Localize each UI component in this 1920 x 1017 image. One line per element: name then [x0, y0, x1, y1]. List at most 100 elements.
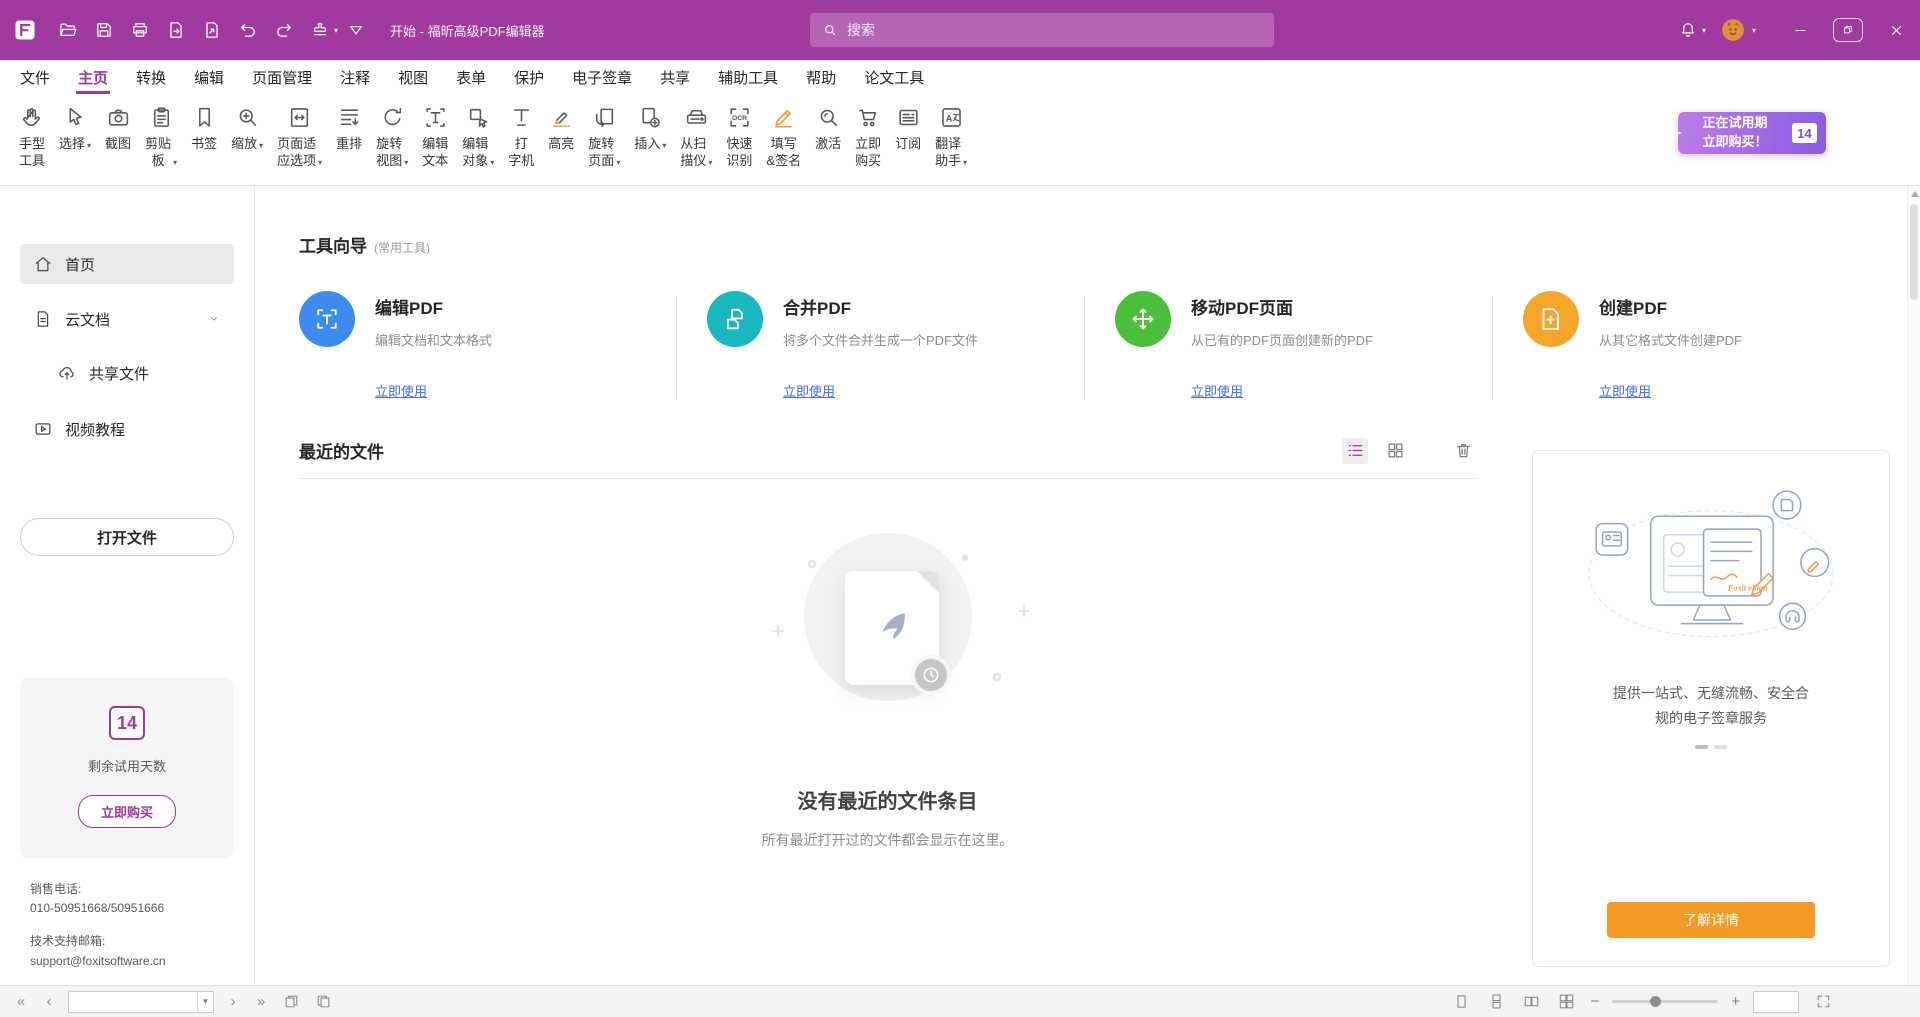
ribbon-edit-text[interactable]: 编辑 文本▾ — [415, 105, 455, 170]
ribbon-edit-object[interactable]: 编辑 对象▾ — [455, 105, 501, 170]
ribbon-rotate-pages[interactable]: 旋转 页面▾ — [581, 105, 627, 170]
clear-recent-button[interactable] — [1450, 438, 1476, 464]
sidebar-item-shared-files[interactable]: 共享文件 — [44, 354, 234, 392]
menu-item-edit[interactable]: 编辑 — [180, 60, 238, 94]
ribbon-hand-tool[interactable]: 手型 工具▾ — [12, 105, 52, 170]
menu-item-form[interactable]: 表单 — [442, 60, 500, 94]
ribbon-snapshot[interactable]: 截图▾ — [98, 105, 138, 153]
use-now-link[interactable]: 立即使用 — [1191, 381, 1243, 400]
ribbon-page-fit[interactable]: 页面适 应选项▾ — [270, 105, 329, 170]
menu-item-view[interactable]: 视图 — [384, 60, 442, 94]
carousel-dot[interactable] — [1695, 745, 1708, 749]
search-bar[interactable] — [810, 13, 1274, 47]
menu-item-home[interactable]: 主页 — [64, 60, 122, 94]
prev-page-button[interactable]: ‹ — [40, 993, 58, 1010]
facing-view-button[interactable] — [1520, 991, 1542, 1013]
buy-now-button[interactable]: 立即购买 — [78, 795, 176, 828]
menu-item-share[interactable]: 共享 — [646, 60, 704, 94]
page-dropdown-icon[interactable]: ▼ — [197, 992, 213, 1012]
use-now-link[interactable]: 立即使用 — [783, 381, 835, 400]
scrollbar-thumb[interactable] — [1910, 204, 1918, 300]
ribbon-activate[interactable]: 激活▾ — [808, 105, 848, 153]
open-file-button[interactable]: 打开文件 — [20, 518, 234, 556]
redo-icon[interactable] — [266, 12, 302, 48]
menu-item-convert[interactable]: 转换 — [122, 60, 180, 94]
carousel-dot[interactable] — [1714, 745, 1727, 749]
menu-item-help[interactable]: 帮助 — [792, 60, 850, 94]
tool-card-edit-pdf[interactable]: 编辑PDF 编辑文档和文本格式 立即使用 — [299, 291, 666, 400]
open-file-icon[interactable] — [50, 12, 86, 48]
ribbon-clipboard[interactable]: 剪贴 板▾ — [138, 105, 184, 170]
last-page-button[interactable]: » — [252, 993, 270, 1010]
continuous-facing-view-button[interactable] — [1555, 991, 1577, 1013]
zoom-in-button[interactable]: + — [1731, 993, 1740, 1010]
ribbon-translate-assistant[interactable]: A翻译 助手▾ — [928, 105, 974, 170]
close-button[interactable] — [1872, 0, 1920, 60]
use-now-link[interactable]: 立即使用 — [375, 381, 427, 400]
chevron-down-icon[interactable] — [207, 312, 221, 326]
use-now-link[interactable]: 立即使用 — [1599, 381, 1651, 400]
prev-view-button[interactable] — [280, 991, 302, 1013]
ribbon-highlight[interactable]: 高亮▾ — [541, 105, 581, 153]
ribbon-zoom[interactable]: 缩放▾ — [224, 105, 270, 153]
learn-more-button[interactable]: 了解详情 — [1607, 902, 1815, 938]
ribbon-from-scanner[interactable]: 从扫 描仪▾ — [673, 105, 719, 170]
menu-item-file[interactable]: 文件 — [6, 60, 64, 94]
trial-buy-badge[interactable]: 正在试用期立即购买！ 14 — [1678, 112, 1826, 154]
menu-item-protect[interactable]: 保护 — [500, 60, 558, 94]
ribbon-insert[interactable]: 插入▾ — [627, 105, 673, 153]
next-view-button[interactable] — [312, 991, 334, 1013]
sidebar-item-cloud-docs[interactable]: 云文档 — [20, 299, 234, 339]
minimize-button[interactable] — [1776, 0, 1824, 60]
toolbar-options-icon[interactable] — [338, 12, 374, 48]
support-email[interactable]: support@foxitsoftware.cn — [30, 954, 166, 968]
account-dropdown-icon[interactable]: ▾ — [1752, 26, 1756, 35]
ribbon-typewriter[interactable]: 打 字机▾ — [501, 105, 541, 170]
sidebar-item-home[interactable]: 首页 — [20, 244, 234, 284]
continuous-view-button[interactable] — [1485, 991, 1507, 1013]
single-page-view-button[interactable] — [1450, 991, 1472, 1013]
zoom-level-input[interactable] — [1754, 992, 1798, 1012]
menu-item-accessibility[interactable]: 辅助工具 — [704, 60, 792, 94]
vertical-scrollbar[interactable] — [1907, 186, 1920, 985]
ribbon-subscribe[interactable]: 订阅▾ — [888, 105, 928, 153]
zoom-out-button[interactable]: − — [1590, 993, 1599, 1010]
ribbon-bookmark[interactable]: 书签▾ — [184, 105, 224, 153]
ribbon-rotate-view[interactable]: 旋转 视图▾ — [369, 105, 415, 170]
sidebar-item-video-tutorials[interactable]: 视频教程 — [20, 409, 234, 449]
ribbon-reflow[interactable]: 重排▾ — [329, 105, 369, 153]
zoom-slider-thumb[interactable] — [1650, 996, 1661, 1007]
page-number-input[interactable] — [69, 995, 197, 1009]
restore-button[interactable] — [1824, 0, 1872, 60]
first-page-button[interactable]: « — [12, 993, 30, 1010]
menu-item-esign[interactable]: 电子签章 — [558, 60, 646, 94]
ribbon-fill-sign[interactable]: 填写 &签名▾ — [759, 105, 808, 170]
notification-dropdown-icon[interactable]: ▾ — [1702, 26, 1706, 35]
tool-card-move-pdf-pages[interactable]: 移动PDF页面 从已有的PDF页面创建新的PDF 立即使用 — [1115, 291, 1482, 400]
zoom-slider[interactable] — [1612, 1000, 1718, 1003]
print-icon[interactable] — [122, 12, 158, 48]
save-icon[interactable] — [86, 12, 122, 48]
notification-bell-icon[interactable] — [1670, 12, 1706, 48]
quick-sign-icon[interactable] — [302, 12, 338, 48]
ribbon-select[interactable]: 选择▾ — [52, 105, 98, 153]
scroll-up-icon[interactable] — [1911, 191, 1919, 197]
tool-card-create-pdf[interactable]: 创建PDF 从其它格式文件创建PDF 立即使用 — [1523, 291, 1890, 400]
fit-page-button[interactable] — [1812, 991, 1834, 1013]
share-icon[interactable] — [194, 12, 230, 48]
ribbon-buy-now[interactable]: 立即 购买▾ — [848, 105, 888, 170]
next-page-button[interactable]: › — [224, 993, 242, 1010]
grid-view-button[interactable] — [1382, 438, 1408, 464]
zoom-level-box[interactable] — [1753, 991, 1799, 1013]
menu-item-comment[interactable]: 注释 — [326, 60, 384, 94]
ribbon-quick-ocr[interactable]: OCR快速 识别▾ — [719, 105, 759, 170]
undo-icon[interactable] — [230, 12, 266, 48]
menu-item-paper-tools[interactable]: 论文工具 — [850, 60, 938, 94]
export-icon[interactable] — [158, 12, 194, 48]
page-number-box[interactable]: ▼ — [68, 991, 214, 1013]
tool-card-merge-pdf[interactable]: 合并PDF 将多个文件合并生成一个PDF文件 立即使用 — [707, 291, 1074, 400]
user-avatar[interactable] — [1720, 17, 1746, 43]
search-input[interactable] — [847, 22, 1262, 38]
menu-item-page-manage[interactable]: 页面管理 — [238, 60, 326, 94]
list-view-button[interactable] — [1342, 438, 1368, 464]
